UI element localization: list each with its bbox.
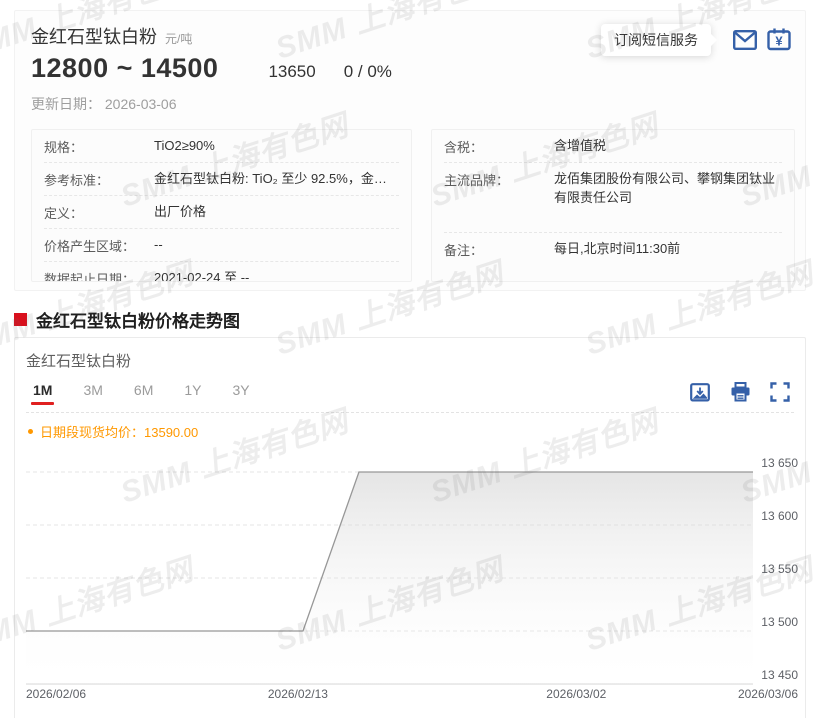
spec-row: 数据起止日期： 2021-02-24 至 -- <box>44 262 399 282</box>
spec-row: 主流品牌： 龙佰集团股份有限公司、攀钢集团钛业有限责任公司 <box>444 163 782 233</box>
chart-title: 金红石型钛白粉 <box>26 353 132 370</box>
spec-table-left: 规格： TiO2≥90% 参考标准： 金红石型钛白粉: TiO₂ 至少 92.5… <box>31 129 412 282</box>
price-row: 12800 ~ 14500 13650 0 / 0% <box>31 53 392 84</box>
price-area <box>26 472 753 684</box>
tab-1y[interactable]: 1Y <box>184 382 201 405</box>
x-tick-label: 2026/03/02 <box>546 687 606 701</box>
y-tick-label: 13 500 <box>761 615 798 629</box>
spec-label: 主流品牌： <box>444 173 510 188</box>
print-icon[interactable] <box>729 382 751 402</box>
time-range-tabs: 1M 3M 6M 1Y 3Y <box>30 382 250 405</box>
tabs-separator <box>26 412 794 413</box>
subscribe-area: 订阅短信服务 ¥ <box>601 24 793 56</box>
spec-label: 定义： <box>44 206 84 221</box>
y-tick-label: 13 550 <box>761 562 798 576</box>
price-summary-card: 金红石型钛白粉 元/吨 12800 ~ 14500 13650 0 / 0% 更… <box>14 10 806 291</box>
section-title: 金红石型钛白粉价格走势图 <box>36 312 240 331</box>
spec-value: 2021-02-24 至 -- <box>154 270 250 282</box>
price-subscribe-icon[interactable]: ¥ <box>765 26 793 54</box>
tab-1m[interactable]: 1M <box>30 382 55 405</box>
spec-value: -- <box>154 237 163 252</box>
x-tick-label: 2026/02/13 <box>268 687 328 701</box>
x-tick-label: 2026/02/06 <box>26 687 86 701</box>
spec-label: 规格： <box>44 140 84 155</box>
y-tick-label: 13 650 <box>761 456 798 470</box>
price-range: 12800 ~ 14500 <box>31 53 219 83</box>
y-tick-label: 13 600 <box>761 509 798 523</box>
latest-price: 13650 <box>268 62 316 81</box>
sms-subscribe-tooltip: 订阅短信服务 <box>601 24 717 56</box>
product-title-row: 金红石型钛白粉 元/吨 <box>31 23 192 49</box>
spec-row: 备注： 每日,北京时间11:30前 <box>444 233 782 265</box>
y-tick-label: 13 450 <box>761 668 798 682</box>
mail-icon[interactable] <box>731 26 759 54</box>
spec-label: 价格产生区域： <box>44 239 136 254</box>
product-title: 金红石型钛白粉 <box>31 27 157 47</box>
price-trend-card: 金红石型钛白粉 1M 3M 6M 1Y 3Y 日期段现货均价：13590.00 … <box>14 337 806 718</box>
spec-value: 每日,北京时间11:30前 <box>554 240 681 256</box>
spec-label: 数据起止日期： <box>44 272 136 282</box>
price-unit: 元/吨 <box>165 32 193 46</box>
spec-label: 备注： <box>444 242 484 258</box>
spec-row: 定义： 出厂价格 <box>44 196 399 229</box>
spec-row: 参考标准： 金红石型钛白粉: TiO₂ 至少 92.5%，金红石... <box>44 163 399 196</box>
spec-value: 出厂价格 <box>154 204 207 219</box>
legend-dot-icon <box>28 429 33 434</box>
spec-label: 含税： <box>444 140 484 155</box>
red-square-bullet <box>14 313 27 326</box>
price-change: 0 / 0% <box>343 62 392 81</box>
spec-row: 含税： 含增值税 <box>444 130 782 163</box>
spec-row: 规格： TiO2≥90% <box>44 130 399 163</box>
tab-6m[interactable]: 6M <box>134 382 153 405</box>
spec-value: 含增值税 <box>554 138 607 153</box>
update-date: 更新日期： 2026-03-06 <box>31 96 177 112</box>
spec-value: 金红石型钛白粉: TiO₂ 至少 92.5%，金红石... <box>154 171 399 186</box>
spec-value: 龙佰集团股份有限公司、攀钢集团钛业有限责任公司 <box>554 171 776 205</box>
tab-3y[interactable]: 3Y <box>232 382 249 405</box>
x-tick-label: 2026/03/06 <box>738 687 798 701</box>
spec-table-right: 含税： 含增值税 主流品牌： 龙佰集团股份有限公司、攀钢集团钛业有限责任公司 备… <box>431 129 795 282</box>
spec-label: 参考标准： <box>44 173 110 188</box>
svg-text:¥: ¥ <box>775 34 783 49</box>
fullscreen-icon[interactable] <box>769 382 791 402</box>
price-trend-chart: 13 650 13 600 13 550 13 500 13 450 2026/02/06… <box>26 456 798 701</box>
tab-3m[interactable]: 3M <box>83 382 102 405</box>
price-detail-page: 金红石型钛白粉 元/吨 12800 ~ 14500 13650 0 / 0% 更… <box>0 0 819 718</box>
spec-value: TiO2≥90% <box>154 138 215 153</box>
download-image-icon[interactable] <box>689 382 711 402</box>
spec-row: 价格产生区域： -- <box>44 229 399 262</box>
trend-section-header: 金红石型钛白粉价格走势图 <box>14 307 240 332</box>
chart-toolbar <box>689 382 791 402</box>
